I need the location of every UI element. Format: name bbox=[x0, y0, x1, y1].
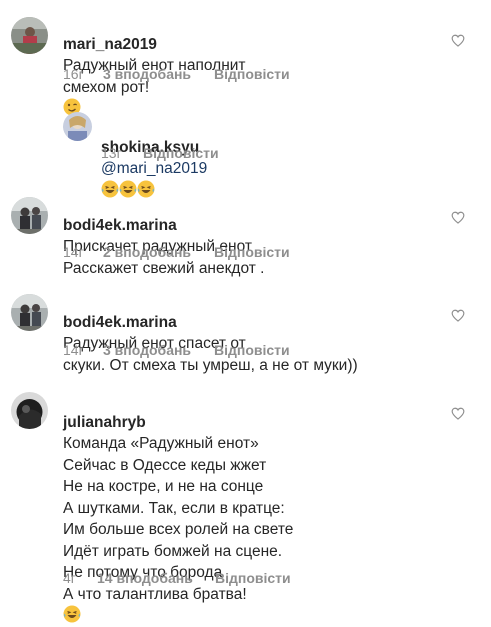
reply-button[interactable]: Відповісти bbox=[214, 342, 290, 358]
comment-meta: 13г Відповісти bbox=[101, 145, 219, 161]
reply-button[interactable]: Відповісти bbox=[143, 145, 219, 161]
reply-button[interactable]: Відповісти bbox=[214, 244, 290, 260]
comment-username[interactable]: julianahryb bbox=[63, 414, 146, 431]
heart-icon[interactable] bbox=[451, 34, 465, 47]
comment-text: julianahryb Команда «Радужный енот» Сейч… bbox=[63, 390, 293, 627]
comment-meta: 16г 3 вподобань Відповісти bbox=[63, 66, 290, 82]
avatar[interactable] bbox=[11, 294, 48, 331]
reply-button[interactable]: Відповісти bbox=[215, 570, 291, 586]
avatar[interactable] bbox=[11, 197, 48, 234]
likes-count[interactable]: 2 вподобань bbox=[103, 244, 214, 260]
comment-username[interactable]: mari_na2019 bbox=[63, 36, 157, 53]
comment-time[interactable]: 4г bbox=[63, 570, 97, 586]
comment-text: bodi4ek.marina Прискачет радужный енот Р… bbox=[63, 193, 264, 279]
avatar[interactable] bbox=[11, 17, 48, 54]
comment-text: bodi4ek.marina Радужный енот спасет от с… bbox=[63, 290, 358, 376]
reply-button[interactable]: Відповісти bbox=[214, 66, 290, 82]
likes-count[interactable]: 14 вподобань bbox=[97, 570, 215, 586]
comment-time[interactable]: 13г bbox=[101, 145, 143, 161]
likes-count[interactable]: 3 вподобань bbox=[103, 342, 214, 358]
heart-icon[interactable] bbox=[451, 407, 465, 420]
comment-meta: 14г 2 вподобань Відповісти bbox=[63, 244, 290, 260]
heart-icon[interactable] bbox=[451, 211, 465, 224]
laughing-face-icon bbox=[63, 605, 81, 623]
comment-username[interactable]: bodi4ek.marina bbox=[63, 314, 177, 331]
avatar[interactable] bbox=[11, 392, 48, 429]
comment-time[interactable]: 16г bbox=[63, 66, 103, 82]
avatar[interactable] bbox=[63, 112, 92, 141]
comment-time[interactable]: 14г bbox=[63, 244, 103, 260]
heart-icon[interactable] bbox=[451, 309, 465, 322]
comment-meta: 14г 3 вподобань Відповісти bbox=[63, 342, 290, 358]
likes-count[interactable]: 3 вподобань bbox=[103, 66, 214, 82]
comment-time[interactable]: 14г bbox=[63, 342, 103, 358]
comment-meta: 4г 14 вподобань Відповісти bbox=[63, 570, 291, 586]
comment-username[interactable]: bodi4ek.marina bbox=[63, 217, 177, 234]
mention-link[interactable]: @mari_na2019 bbox=[101, 160, 207, 177]
